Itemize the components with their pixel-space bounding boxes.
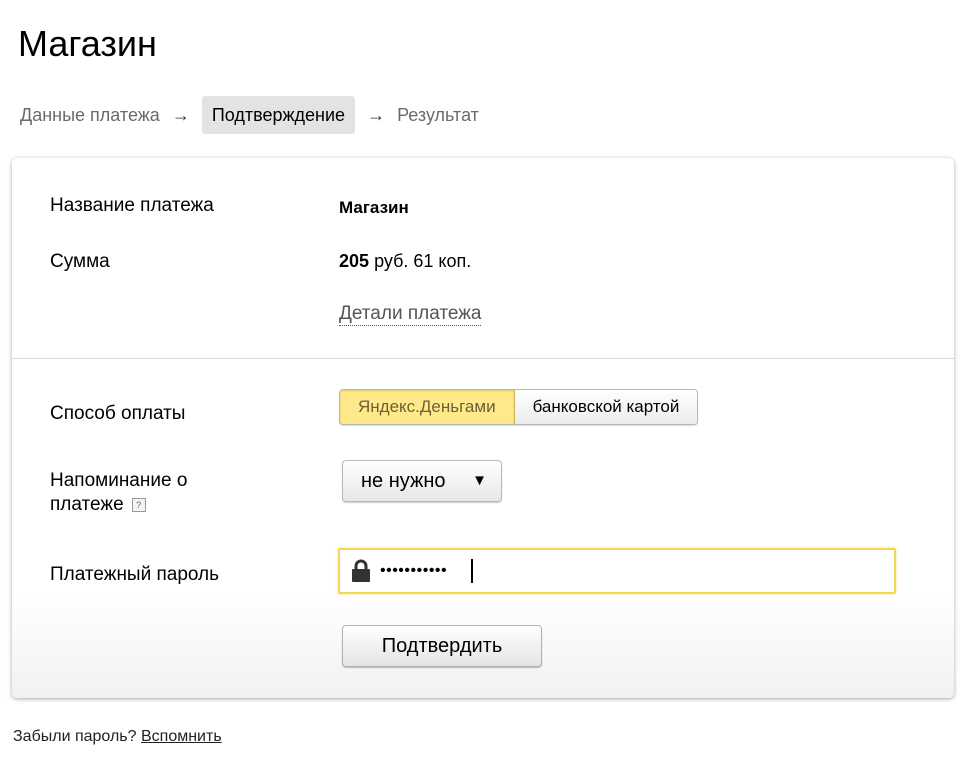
forgot-password: Забыли пароль? Вспомнить [13,728,222,746]
method-yandex-money-option[interactable]: Яндекс.Деньгами [340,390,515,424]
text-cursor [471,559,473,583]
payment-name-label: Название платежа [50,195,214,216]
payment-name-value: Магазин [339,198,409,217]
step-payment-data[interactable]: Данные платежа [20,105,160,126]
payment-method-switch: Яндекс.Деньгами банковской картой [339,389,699,425]
forgot-password-text: Забыли пароль? [13,728,137,745]
reminder-label: Напоминание о платеже? [50,469,187,517]
amount-label: Сумма [50,251,110,272]
reminder-select-value: не нужно [361,470,446,492]
lock-icon [352,559,370,582]
reminder-select[interactable]: не нужно ▼ [342,460,502,502]
amount-rest: руб. 61 коп. [374,251,472,271]
chevron-down-icon: ▼ [472,472,487,489]
recover-password-link[interactable]: Вспомнить [141,728,222,745]
password-input[interactable]: ••••••••••• [338,548,896,594]
payment-details-link[interactable]: Детали платежа [339,303,482,326]
breadcrumb-steps: Данные платежа → Подтверждение → Результ… [20,96,479,134]
arrow-right-icon: → [367,104,386,125]
page-title: Магазин [18,23,157,64]
step-confirmation: Подтверждение [201,96,356,134]
reminder-label-line2: платеже [50,494,124,515]
payment-form: Способ оплаты Яндекс.Деньгами банковской… [12,358,954,698]
payment-card: Название платежа Магазин Сумма 205 руб. … [12,158,954,698]
arrow-right-icon: → [171,104,190,125]
payment-method-label: Способ оплаты [50,403,186,424]
amount-value: 205 руб. 61 коп. [339,251,471,272]
password-value: ••••••••••• [380,562,448,579]
method-bank-card-option[interactable]: банковской картой [514,390,698,424]
confirm-button[interactable]: Подтвердить [342,625,542,667]
step-result: Результат [397,104,479,125]
reminder-label-line1: Напоминание о [50,470,188,491]
amount-rub: 205 [339,251,370,271]
help-icon[interactable]: ? [131,497,146,512]
password-label: Платежный пароль [50,564,220,585]
